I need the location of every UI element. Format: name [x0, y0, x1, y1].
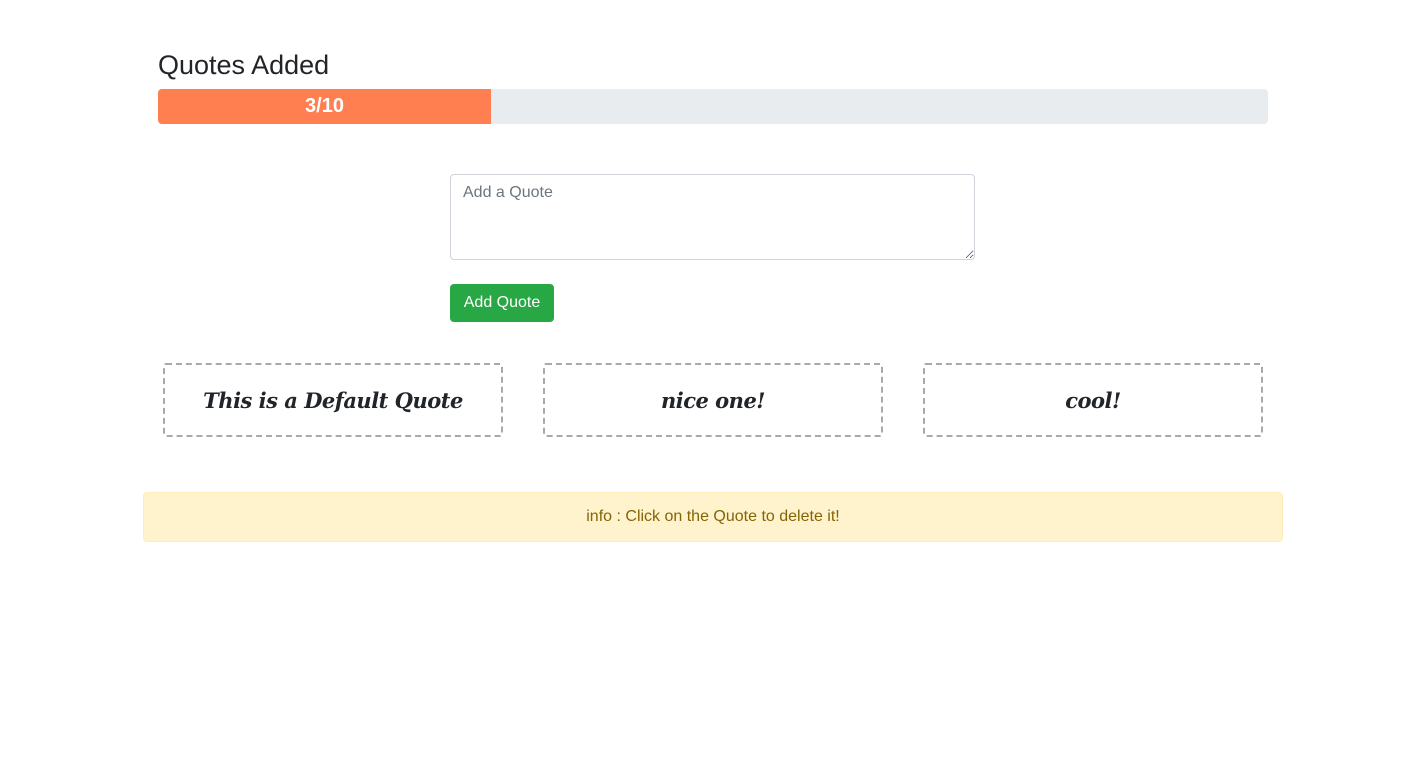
quote-input[interactable]: [450, 174, 975, 260]
quote-card[interactable]: cool!: [923, 363, 1263, 437]
progress-bar-fill: 3/10: [158, 89, 491, 124]
quote-text: nice one!: [660, 387, 766, 413]
quote-text: This is a Default Quote: [203, 387, 463, 413]
quotes-page: Quotes Added 3/10 Add Quote This is a De…: [0, 0, 1425, 772]
page-title: Quotes Added: [158, 50, 330, 80]
info-text: info : Click on the Quote to delete it!: [586, 508, 840, 525]
add-quote-button[interactable]: Add Quote: [450, 284, 554, 322]
progress-label: 3/10: [305, 95, 344, 117]
info-alert: info : Click on the Quote to delete it!: [143, 492, 1283, 542]
quote-card[interactable]: nice one!: [543, 363, 883, 437]
quote-card[interactable]: This is a Default Quote: [163, 363, 503, 437]
quotes-progress: 3/10: [158, 89, 1268, 124]
quote-text: cool!: [1065, 387, 1121, 413]
